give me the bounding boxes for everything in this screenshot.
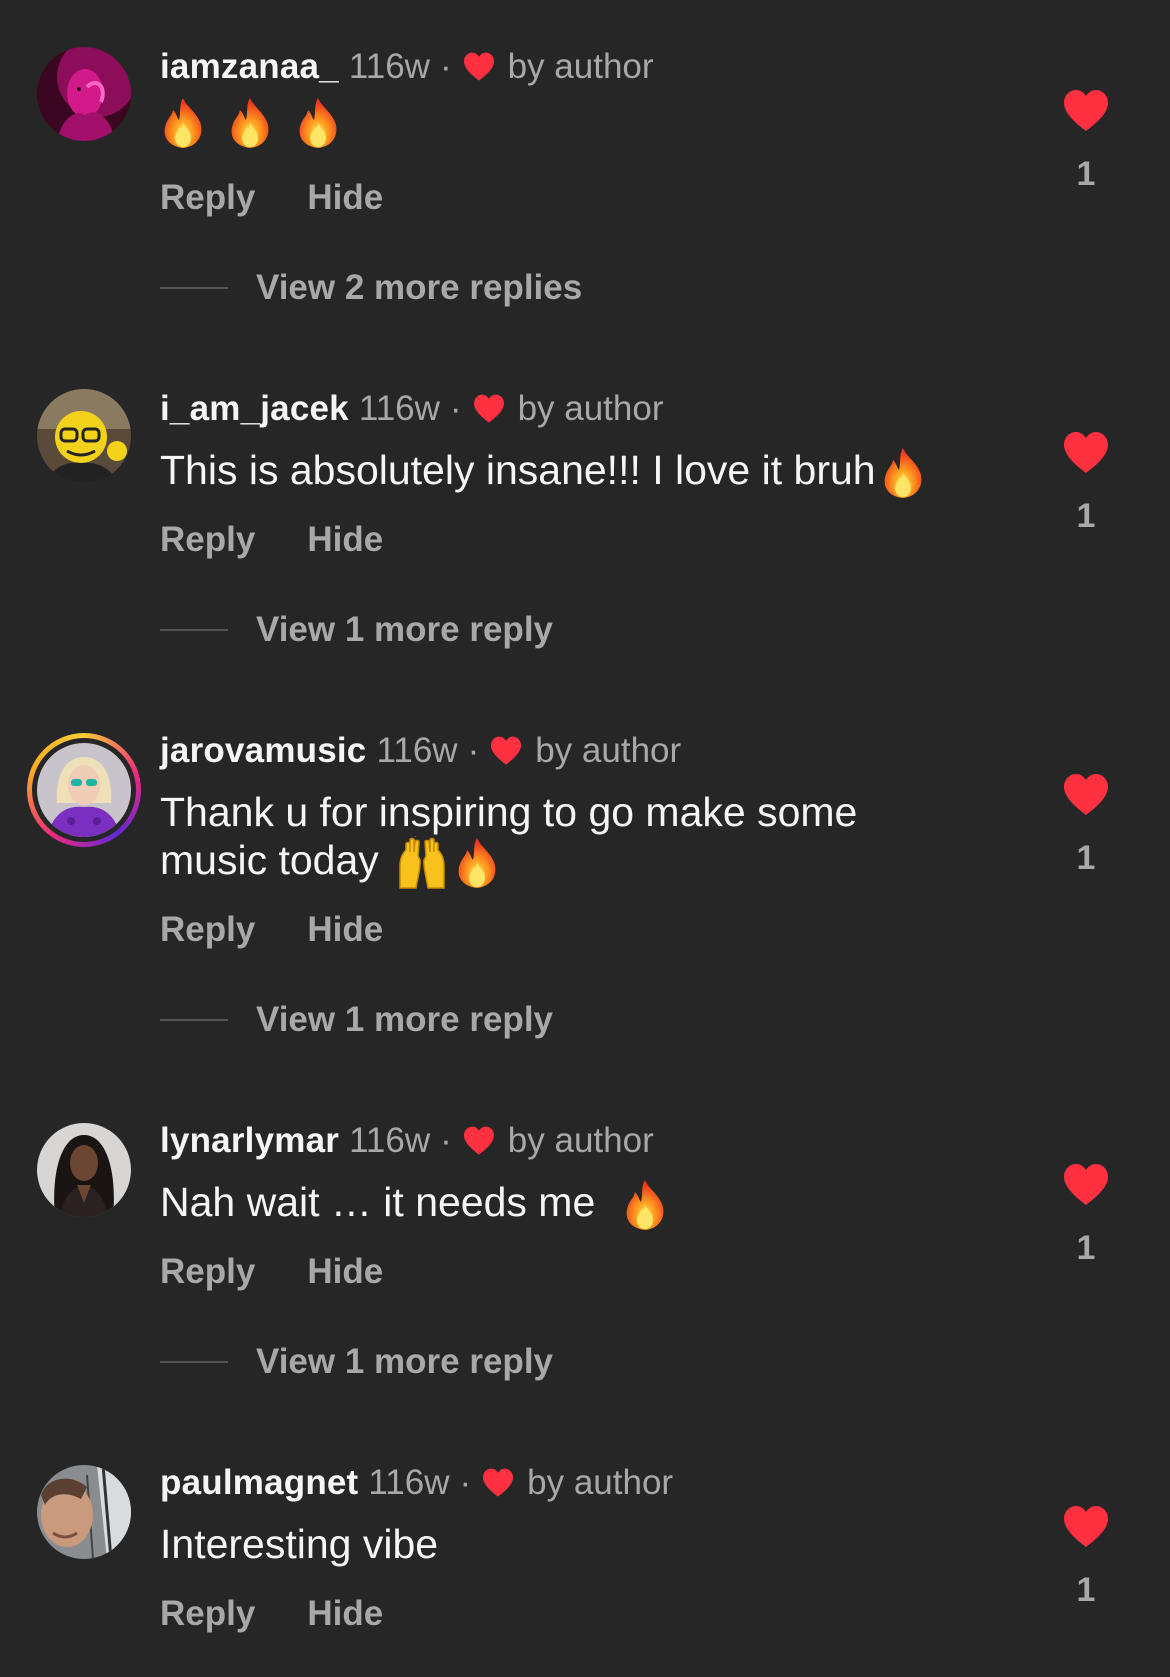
liked-by-author-label: by author (507, 47, 654, 86)
liked-by-author-label: by author (507, 1121, 654, 1160)
comment-text (160, 96, 1000, 150)
author-liked-heart-icon (462, 52, 496, 82)
avatar[interactable] (37, 389, 131, 483)
view-replies-button[interactable]: View 1 more reply (160, 610, 553, 650)
like-heart-icon[interactable] (1062, 1505, 1110, 1549)
username[interactable]: lynarlymar (160, 1121, 339, 1161)
liked-by-author-label: by author (535, 731, 682, 770)
liked-by-author-label: by author (527, 1463, 674, 1502)
hide-button[interactable]: Hide (307, 1594, 383, 1634)
reply-button[interactable]: Reply (160, 1252, 255, 1292)
fire-icon (622, 1178, 668, 1232)
view-replies-label: View 1 more reply (256, 610, 554, 649)
hide-button[interactable]: Hide (307, 178, 383, 218)
avatar (37, 743, 131, 837)
comment-text-line: music today (160, 837, 379, 883)
avatar-story-ring[interactable] (27, 733, 141, 847)
reply-button[interactable]: Reply (160, 178, 255, 218)
liked-by-author-label: by author (517, 389, 664, 428)
separator-dot: · (439, 47, 452, 86)
hide-button[interactable]: Hide (307, 910, 383, 950)
like-count: 1 (1076, 1571, 1096, 1609)
view-replies-label: View 1 more reply (256, 1342, 554, 1381)
comment-text-content: Nah wait … it needs me (160, 1179, 596, 1225)
replies-divider (160, 1361, 228, 1363)
yellow-glasses-avatar-icon (37, 389, 131, 483)
like-count: 1 (1076, 839, 1096, 877)
avatar[interactable] (37, 1465, 131, 1559)
username[interactable]: i_am_jacek (160, 389, 349, 429)
author-liked-heart-icon (462, 1126, 496, 1156)
replies-divider (160, 629, 228, 631)
comment-age: 116w (368, 1463, 450, 1502)
like-heart-icon[interactable] (1062, 773, 1110, 817)
story-ring-gap (32, 738, 136, 842)
reply-button[interactable]: Reply (160, 910, 255, 950)
replies-divider (160, 1019, 228, 1021)
view-replies-label: View 2 more replies (256, 268, 583, 307)
comment-text-content: Interesting vibe (160, 1521, 439, 1567)
fire-icon (295, 96, 341, 150)
like-count: 1 (1076, 497, 1096, 535)
purple-blonde-avatar-icon (37, 743, 131, 837)
separator-dot: · (467, 731, 480, 770)
username[interactable]: paulmagnet (160, 1463, 358, 1503)
view-replies-button[interactable]: View 1 more reply (160, 1000, 553, 1040)
comment-age: 116w (349, 1121, 431, 1160)
username[interactable]: iamzanaa_ (160, 47, 339, 87)
like-count: 1 (1076, 155, 1096, 193)
separator-dot: · (449, 389, 462, 428)
comment-age: 116w (376, 731, 458, 770)
comment-text: Thank u for inspiring to go make some mu… (160, 788, 1000, 890)
like-heart-icon[interactable] (1062, 89, 1110, 133)
like-heart-icon[interactable] (1062, 431, 1110, 475)
replies-divider (160, 287, 228, 289)
reply-button[interactable]: Reply (160, 1594, 255, 1634)
view-replies-button[interactable]: View 1 more reply (160, 1342, 553, 1382)
comment-text-line: Thank u for inspiring to go make some (160, 789, 858, 835)
avatar[interactable] (37, 1123, 131, 1217)
avatar[interactable] (37, 47, 131, 141)
separator-dot: · (459, 1463, 472, 1502)
separator-dot: · (440, 1121, 452, 1160)
comment-text-content: This is absolutely insane!!! I love it b… (160, 447, 876, 493)
author-liked-heart-icon (472, 394, 506, 424)
hide-button[interactable]: Hide (307, 520, 383, 560)
author-liked-heart-icon (481, 1468, 515, 1498)
fire-icon (227, 96, 273, 150)
hide-button[interactable]: Hide (307, 1252, 383, 1292)
pink-portrait-avatar-icon (37, 47, 131, 141)
car-selfie-avatar-icon (37, 1465, 131, 1559)
view-replies-label: View 1 more reply (256, 1000, 554, 1039)
comment-text: This is absolutely insane!!! I love it b… (160, 446, 1000, 500)
dark-hair-avatar-icon (37, 1123, 131, 1217)
author-liked-heart-icon (489, 736, 523, 766)
view-replies-button[interactable]: View 2 more replies (160, 268, 582, 308)
like-count: 1 (1076, 1229, 1096, 1267)
username[interactable]: jarovamusic (160, 731, 366, 771)
comment-text: Nah wait … it needs me (160, 1178, 1000, 1232)
raising-hands-icon (394, 836, 450, 890)
comment-text: Interesting vibe (160, 1520, 1000, 1568)
fire-icon (454, 836, 500, 890)
reply-button[interactable]: Reply (160, 520, 255, 560)
comment-age: 116w (358, 389, 440, 428)
comment-age: 116w (348, 47, 430, 86)
like-heart-icon[interactable] (1062, 1163, 1110, 1207)
fire-icon (160, 96, 206, 150)
fire-icon (880, 446, 926, 500)
